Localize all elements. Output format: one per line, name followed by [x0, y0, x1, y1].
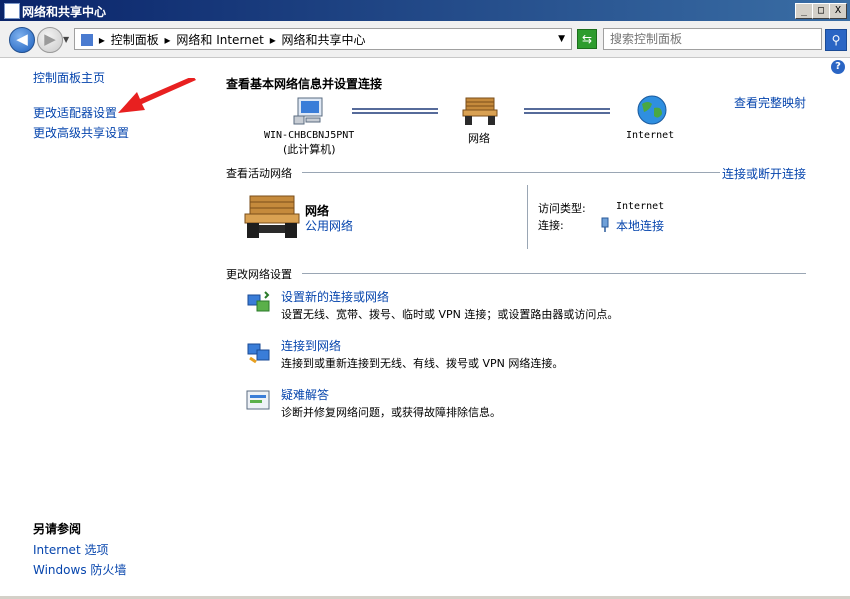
troubleshoot-icon — [246, 390, 270, 410]
breadcrumb-separator[interactable]: ▸ — [165, 33, 171, 47]
computer-sublabel: (此计算机) — [283, 143, 336, 156]
section-divider — [302, 273, 806, 274]
computer-icon — [293, 97, 323, 125]
setup-new-connection-link[interactable]: 设置新的连接或网络 — [281, 288, 389, 305]
computer-name: WIN-CHBCBNJ5PNT — [264, 130, 355, 141]
search-input[interactable] — [604, 29, 816, 49]
active-networks-heading: 查看活动网络 — [226, 165, 296, 181]
search-box[interactable] — [603, 28, 822, 50]
access-type-value: Internet — [616, 201, 665, 212]
new-connection-icon — [247, 291, 270, 312]
forward-button[interactable]: ▶ — [37, 27, 63, 53]
address-dropdown[interactable]: ▼ — [558, 34, 565, 44]
annotation-arrow — [118, 78, 196, 113]
breadcrumb-separator[interactable]: ▸ — [99, 33, 105, 47]
refresh-button[interactable]: ⇆ — [577, 29, 597, 49]
internet-node-label: Internet — [626, 130, 675, 141]
breadcrumb-control-panel[interactable]: 控制面板 — [111, 33, 159, 47]
breadcrumb: ▸ 控制面板 ▸ 网络和 Internet ▸ 网络和共享中心 — [81, 31, 368, 48]
windows-firewall-link[interactable]: Windows 防火墙 — [33, 561, 126, 578]
help-icon[interactable]: ? — [831, 60, 845, 74]
minimize-button[interactable]: _ — [795, 3, 813, 19]
address-bar[interactable]: ▸ 控制面板 ▸ 网络和 Internet ▸ 网络和共享中心 ▼ — [74, 28, 572, 50]
arrow-right-icon: ▶ — [44, 30, 56, 48]
setup-new-connection-desc: 设置无线、宽带、拨号、临时或 VPN 连接；或设置路由器或访问点。 — [281, 308, 619, 321]
connections-label: 连接: — [538, 219, 564, 232]
network-center-icon — [4, 3, 20, 19]
network-node-label: 网络 — [468, 132, 490, 145]
control-panel-icon — [81, 34, 93, 46]
troubleshoot-desc: 诊断并修复网络问题，或获得故障排除信息。 — [281, 406, 501, 419]
arrow-left-icon: ◀ — [16, 30, 28, 48]
connection-line — [352, 108, 438, 114]
breadcrumb-separator[interactable]: ▸ — [270, 33, 276, 47]
globe-icon — [637, 95, 667, 125]
internet-options-link[interactable]: Internet 选项 — [33, 541, 108, 558]
control-panel-home-link[interactable]: 控制面板主页 — [33, 69, 105, 86]
search-button[interactable]: ⚲ — [825, 29, 847, 51]
connect-to-network-desc: 连接到或重新连接到无线、有线、拨号或 VPN 网络连接。 — [281, 357, 564, 370]
network-bench-icon — [244, 195, 300, 238]
title-bar: 网络和共享中心 _ □ X — [0, 0, 850, 21]
close-button[interactable]: X — [829, 3, 847, 19]
window-title: 网络和共享中心 — [22, 5, 107, 19]
advanced-sharing-settings-link[interactable]: 更改高级共享设置 — [33, 124, 129, 141]
see-also-heading: 另请参阅 — [33, 522, 82, 536]
search-icon: ⚲ — [831, 33, 841, 47]
breadcrumb-network-internet[interactable]: 网络和 Internet — [176, 33, 263, 47]
recent-pages-dropdown[interactable]: ▼ — [63, 35, 69, 44]
access-type-label: 访问类型: — [538, 202, 586, 215]
navigation-bar: ◀ ▶ ▼ ▸ 控制面板 ▸ 网络和 Internet ▸ 网络和共享中心 ▼ … — [0, 21, 850, 58]
vertical-divider — [527, 185, 528, 249]
network-bench-icon — [462, 97, 498, 125]
network-type-link[interactable]: 公用网络 — [305, 217, 353, 234]
connect-disconnect-link[interactable]: 连接或断开连接 — [722, 165, 806, 182]
refresh-icon: ⇆ — [581, 32, 593, 46]
ethernet-icon — [601, 217, 609, 232]
connection-line — [524, 108, 610, 114]
back-button[interactable]: ◀ — [9, 27, 35, 53]
maximize-button[interactable]: □ — [812, 3, 830, 19]
breadcrumb-sharing-center[interactable]: 网络和共享中心 — [282, 33, 366, 47]
section-divider — [302, 172, 720, 173]
local-connection-link[interactable]: 本地连接 — [616, 217, 664, 234]
full-map-link[interactable]: 查看完整映射 — [734, 94, 808, 111]
troubleshoot-link[interactable]: 疑难解答 — [281, 386, 329, 403]
basic-info-heading: 查看基本网络信息并设置连接 — [226, 77, 383, 91]
change-settings-heading: 更改网络设置 — [226, 266, 296, 282]
connect-to-network-icon — [247, 343, 270, 364]
change-adapter-settings-link[interactable]: 更改适配器设置 — [33, 104, 117, 121]
connect-to-network-link[interactable]: 连接到网络 — [281, 337, 341, 354]
